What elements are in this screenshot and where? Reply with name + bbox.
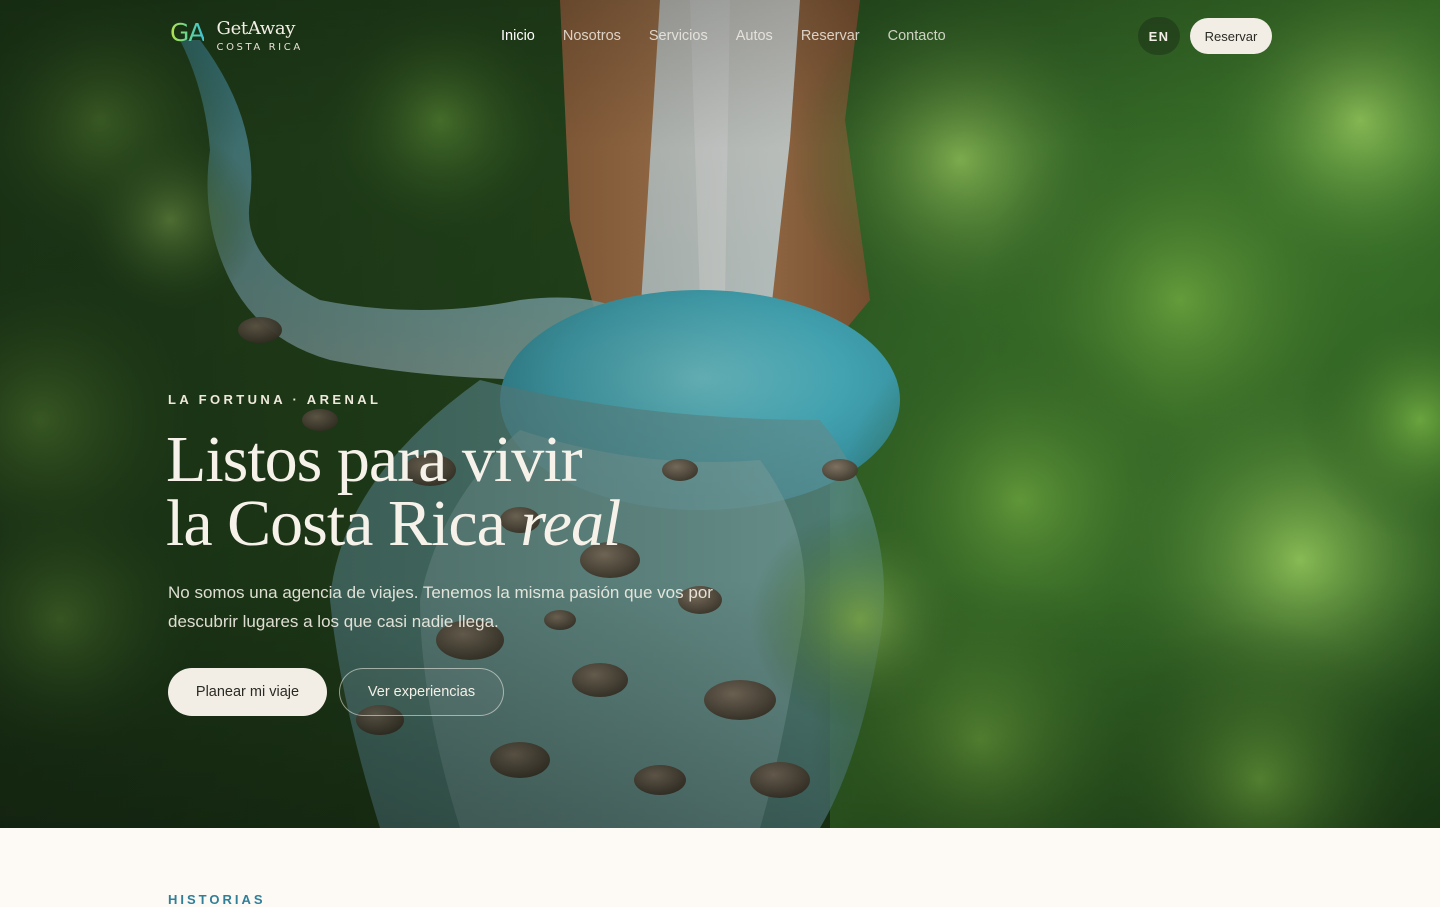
hero-title-line-1: Listos para vivir	[166, 423, 583, 496]
brand-logo[interactable]: GA GetAway COSTA RICA	[170, 18, 303, 53]
view-experiences-button[interactable]: Ver experiencias	[339, 668, 504, 716]
logo-subtitle: COSTA RICA	[216, 42, 303, 53]
nav-item-contacto[interactable]: Contacto	[888, 26, 946, 46]
logo-name: GetAway	[216, 18, 296, 39]
nav-item-servicios[interactable]: Servicios	[649, 26, 708, 46]
hero-title: Listos para vivir la Costa Rica real	[166, 423, 621, 557]
hero-title-line-2-text: la Costa Rica	[166, 487, 521, 560]
plan-trip-button[interactable]: Planear mi viaje	[168, 668, 327, 716]
hero-eyebrow: LA FORTUNA · ARENAL	[168, 392, 382, 407]
logo-wordmark: GetAway COSTA RICA	[216, 18, 302, 53]
hero-section: GA GetAway COSTA RICA Inicio Nosotros Se…	[0, 0, 1440, 828]
language-toggle[interactable]: EN	[1138, 17, 1180, 55]
hero-title-emphasis: real	[520, 487, 621, 560]
nav-item-autos[interactable]: Autos	[736, 26, 773, 46]
stories-section: HISTORIAS	[0, 828, 1440, 907]
reserve-button[interactable]: Reservar	[1190, 18, 1272, 54]
hero-title-line-2: la Costa Rica real	[166, 491, 621, 557]
hero-description: No somos una agencia de viajes. Tenemos …	[168, 583, 713, 631]
main-nav: Inicio Nosotros Servicios Autos Reservar…	[501, 26, 946, 46]
logo-mark: GA	[170, 18, 205, 47]
nav-item-inicio[interactable]: Inicio	[501, 26, 535, 46]
nav-item-nosotros[interactable]: Nosotros	[563, 26, 621, 46]
nav-item-reservar[interactable]: Reservar	[801, 26, 860, 46]
